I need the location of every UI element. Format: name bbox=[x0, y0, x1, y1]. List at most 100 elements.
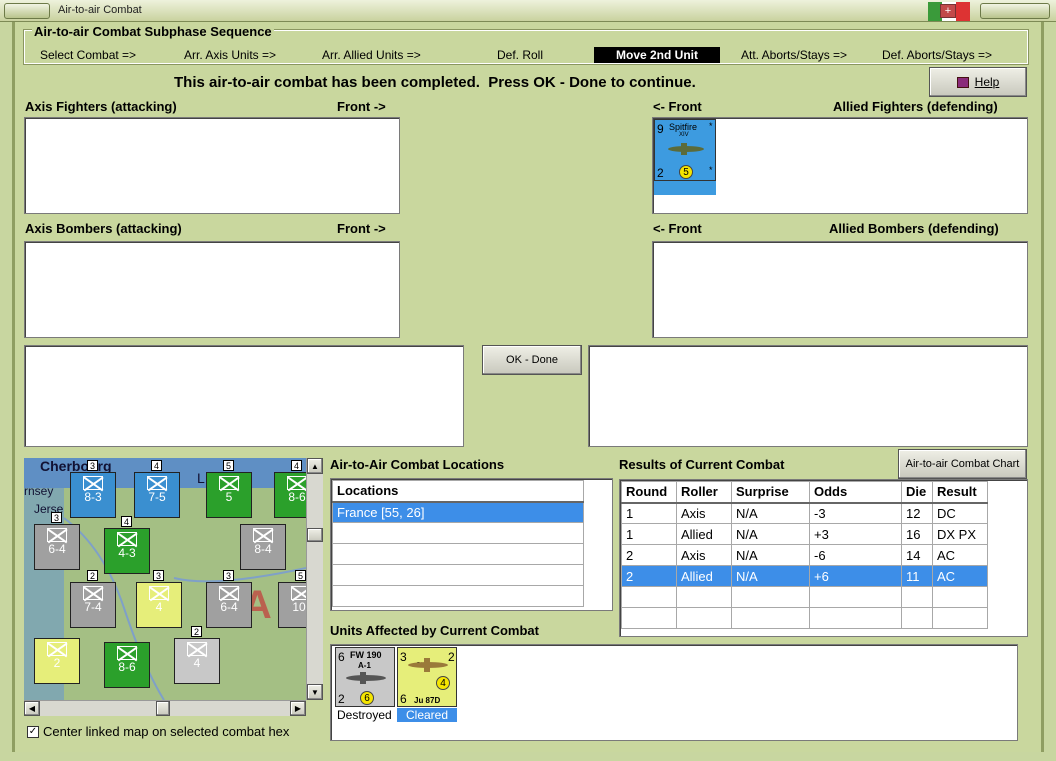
ok-done-button[interactable]: OK - Done bbox=[482, 345, 582, 375]
seq-step-def-roll: Def. Roll bbox=[497, 48, 544, 62]
results-title: Results of Current Combat bbox=[619, 457, 785, 472]
allied-bombers-panel[interactable] bbox=[652, 241, 1028, 338]
unit-symbol-icon bbox=[291, 586, 306, 600]
unit-symbol-icon bbox=[83, 476, 103, 490]
result-cell: Axis bbox=[676, 544, 732, 566]
window-control-button[interactable] bbox=[980, 3, 1050, 19]
location-row[interactable] bbox=[332, 543, 584, 565]
allied-info-panel bbox=[588, 345, 1028, 447]
result-cell: 1 bbox=[621, 502, 677, 524]
result-cell bbox=[932, 607, 988, 629]
result-row[interactable]: 1 Axis N/A -3 12 DC bbox=[621, 502, 988, 524]
unit-strength: 4 bbox=[193, 656, 201, 670]
result-cell: N/A bbox=[731, 565, 810, 587]
result-cell bbox=[731, 586, 810, 608]
scroll-left-icon[interactable]: ◀ bbox=[24, 701, 40, 716]
map-vertical-scrollbar[interactable]: ▲ ▼ bbox=[306, 458, 323, 700]
book-icon bbox=[956, 76, 969, 88]
scroll-right-icon[interactable]: ▶ bbox=[290, 701, 306, 716]
map-unit-counter[interactable]: 8-4 bbox=[240, 524, 286, 570]
locations-header: Locations bbox=[332, 480, 584, 503]
result-cell: +6 bbox=[809, 565, 902, 587]
help-button[interactable]: Help bbox=[929, 67, 1027, 97]
locations-list[interactable]: Locations France [55, 26] bbox=[330, 478, 613, 611]
map-horizontal-scrollbar[interactable]: ◀ ▶ bbox=[24, 700, 306, 716]
result-cell: N/A bbox=[731, 502, 810, 524]
result-cell bbox=[676, 586, 732, 608]
map-unit-counter[interactable]: 8-6 bbox=[104, 642, 150, 688]
stuka-status: Cleared bbox=[397, 708, 457, 722]
map-unit-counter[interactable]: 2 bbox=[34, 638, 80, 684]
spitfire-range: 5 bbox=[679, 165, 693, 179]
unit-symbol-icon bbox=[117, 532, 137, 546]
fw190-status: Destroyed bbox=[337, 708, 392, 722]
result-row[interactable]: 2 Allied N/A +6 11 AC bbox=[621, 565, 988, 587]
stack-count-badge: 3 bbox=[223, 570, 234, 581]
axis-bombers-panel[interactable] bbox=[24, 241, 400, 338]
map-unit-counter[interactable]: 4 bbox=[136, 582, 182, 628]
result-row[interactable]: 1 Allied N/A +3 16 DX PX bbox=[621, 523, 988, 545]
window-title: Air-to-air Combat bbox=[58, 4, 142, 16]
map-unit-counter[interactable]: 8-6 bbox=[274, 472, 306, 518]
result-row[interactable] bbox=[621, 607, 988, 629]
scroll-up-icon[interactable]: ▲ bbox=[307, 458, 323, 474]
combat-chart-button[interactable]: Air-to-air Combat Chart bbox=[898, 449, 1027, 479]
result-cell bbox=[901, 586, 933, 608]
result-cell: 14 bbox=[901, 544, 933, 566]
unit-strength: 5 bbox=[225, 490, 233, 504]
map-unit-counter[interactable]: 4 bbox=[174, 638, 220, 684]
location-row[interactable] bbox=[332, 522, 584, 544]
result-cell: 11 bbox=[901, 565, 933, 587]
stack-count-badge: 4 bbox=[151, 460, 162, 471]
stack-count-badge: 4 bbox=[121, 516, 132, 527]
scroll-down-icon[interactable]: ▼ bbox=[307, 684, 323, 700]
axis-fighters-panel[interactable] bbox=[24, 117, 400, 214]
result-cell bbox=[809, 586, 902, 608]
fw190-counter[interactable]: 6 FW 190 A-1 2 6 bbox=[335, 647, 395, 707]
unit-symbol-icon bbox=[287, 476, 306, 490]
map-unit-counter[interactable]: 4-3 bbox=[104, 528, 150, 574]
scroll-thumb-horizontal[interactable] bbox=[156, 701, 170, 716]
result-cell: N/A bbox=[731, 523, 810, 545]
result-cell bbox=[809, 607, 902, 629]
stuka-counter[interactable]: 3 2 Stuka 4 6 Ju 87D bbox=[397, 647, 457, 707]
allied-fighters-label: Allied Fighters (defending) bbox=[833, 99, 998, 114]
location-row[interactable]: France [55, 26] bbox=[332, 501, 584, 523]
spitfire-star-bottom: * bbox=[709, 165, 713, 175]
plus-icon[interactable]: + bbox=[940, 4, 956, 18]
spitfire-status-bar bbox=[654, 181, 716, 195]
map-unit-counter[interactable]: 10- bbox=[278, 582, 306, 628]
unit-strength: 8-4 bbox=[254, 542, 272, 556]
map-unit-counter[interactable]: 8-3 bbox=[70, 472, 116, 518]
spitfire-counter[interactable]: 9 Spitfire XIV * 2 5 * bbox=[654, 119, 716, 181]
center-map-checkbox[interactable]: ✓ bbox=[27, 726, 39, 738]
unit-strength: 2 bbox=[53, 656, 61, 670]
map-unit-counter[interactable]: 6-4 bbox=[206, 582, 252, 628]
axis-info-panel bbox=[24, 345, 464, 447]
map-unit-counter[interactable]: 6-4 bbox=[34, 524, 80, 570]
axis-bombers-label: Axis Bombers (attacking) bbox=[25, 221, 182, 236]
map-unit-counter[interactable]: 7-5 bbox=[134, 472, 180, 518]
plane-icon bbox=[663, 142, 709, 155]
help-label: Help bbox=[974, 75, 1000, 89]
spitfire-defense: 2 bbox=[657, 166, 664, 180]
system-menu-button[interactable] bbox=[4, 3, 50, 19]
fw190-sub: A-1 bbox=[358, 661, 371, 670]
unit-strength: 7-4 bbox=[84, 600, 102, 614]
mini-map[interactable]: RA Cherbourg rnsey Jerse L 8-337-54558-6… bbox=[24, 458, 306, 700]
fw190-defense: 2 bbox=[338, 692, 345, 706]
location-row[interactable] bbox=[332, 564, 584, 586]
fw190-attack: 6 bbox=[338, 650, 345, 664]
unit-symbol-icon bbox=[187, 642, 207, 656]
scroll-thumb-vertical[interactable] bbox=[307, 528, 323, 542]
map-unit-counter[interactable]: 7-4 bbox=[70, 582, 116, 628]
unit-strength: 4-3 bbox=[118, 546, 136, 560]
seq-step-arr-axis: Arr. Axis Units => bbox=[184, 48, 277, 62]
location-row[interactable] bbox=[332, 585, 584, 607]
result-row[interactable]: 2 Axis N/A -6 14 AC bbox=[621, 544, 988, 566]
affected-title: Units Affected by Current Combat bbox=[330, 623, 539, 638]
map-unit-counter[interactable]: 5 bbox=[206, 472, 252, 518]
result-cell bbox=[932, 586, 988, 608]
unit-symbol-icon bbox=[47, 528, 67, 542]
result-row[interactable] bbox=[621, 586, 988, 608]
